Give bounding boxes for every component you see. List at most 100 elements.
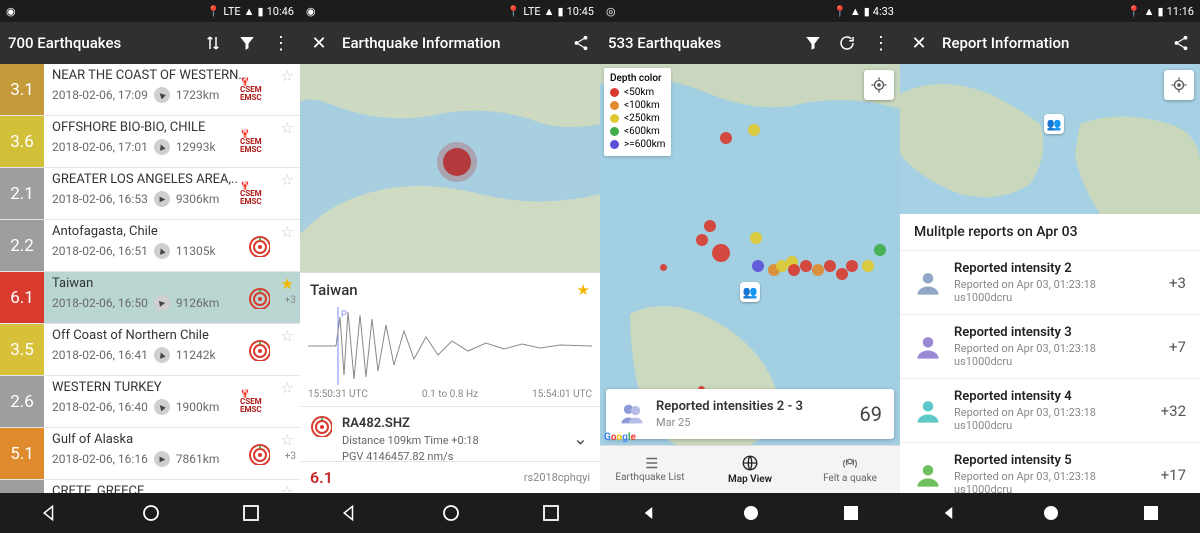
quake-dot[interactable] (874, 244, 886, 256)
nav-back[interactable] (340, 503, 360, 523)
nav-recent[interactable] (242, 504, 260, 522)
user-report-marker[interactable]: 👥 (740, 282, 760, 302)
favorite-star[interactable]: ☆ (281, 327, 294, 345)
quake-dot[interactable] (748, 124, 760, 136)
favorite-star[interactable]: ☆ (281, 483, 294, 493)
favorite-star[interactable]: ★ (281, 275, 294, 293)
seismograph[interactable]: P (300, 303, 600, 389)
share-icon[interactable] (1170, 32, 1192, 54)
overflow-icon[interactable]: ⋮ (870, 32, 892, 54)
favorite-star[interactable]: ☆ (281, 379, 294, 397)
tab-list[interactable]: Earthquake List (600, 446, 700, 493)
quake-dot[interactable] (836, 268, 848, 280)
share-icon[interactable] (570, 32, 592, 54)
tab-felt[interactable]: Felt a quake (800, 446, 900, 493)
distance-text: 9306km (176, 192, 220, 206)
earthquake-row[interactable]: 3.5Off Coast of Northern Chile2018-02-06… (0, 324, 300, 376)
report-count: +32 (1161, 402, 1186, 420)
person-icon (914, 461, 942, 489)
favorite-star[interactable]: ☆ (281, 431, 294, 449)
report-row[interactable]: Reported intensity 5Reported on Apr 03, … (900, 443, 1200, 493)
chevron-down-icon[interactable]: ⌄ (573, 429, 588, 450)
earthquake-row[interactable]: 2.2Antofagasta, Chile2018-02-06, 16:51▲1… (0, 220, 300, 272)
nav-back[interactable] (40, 503, 60, 523)
record-id: rs2018cphqyi (524, 471, 590, 484)
refresh-icon[interactable] (836, 32, 858, 54)
favorite-star[interactable]: ☆ (281, 223, 294, 241)
quake-dot[interactable] (720, 132, 732, 144)
report-title: Reported intensity 3 (954, 325, 1096, 340)
nav-recent[interactable] (1143, 505, 1159, 521)
report-row[interactable]: Reported intensity 4Reported on Apr 03, … (900, 379, 1200, 443)
direction-icon: ▲ (154, 139, 170, 155)
user-report-marker[interactable]: 👥 (1044, 114, 1064, 134)
earthquake-row[interactable]: 3.1NEAR THE COAST OF WESTERN..2018-02-06… (0, 64, 300, 116)
earthquake-row[interactable]: 2.1GREATER LOS ANGELES AREA,..2018-02-06… (0, 168, 300, 220)
world-map[interactable]: Depth color <50km<100km<250km<600km>=600… (600, 64, 900, 493)
earthquake-row[interactable]: 3.6OFFSHORE BIO-BIO, CHILE2018-02-06, 17… (0, 116, 300, 168)
nav-home[interactable] (141, 503, 161, 523)
legend-row: <100km (610, 100, 665, 111)
favorite-star[interactable]: ☆ (281, 67, 294, 85)
report-map[interactable]: 👥 (900, 64, 1200, 214)
nav-recent[interactable] (843, 505, 859, 521)
station-distance: Distance 109km Time +0:18 (342, 433, 479, 448)
quake-dot[interactable] (712, 244, 730, 262)
nav-home[interactable] (441, 503, 461, 523)
overflow-icon[interactable]: ⋮ (270, 32, 292, 54)
signal-icon: ▲ (244, 5, 255, 18)
report-id: us1000dcru (954, 291, 1096, 304)
nav-home[interactable] (1042, 504, 1060, 522)
quake-dot[interactable] (696, 234, 708, 246)
favorite-star[interactable]: ☆ (281, 171, 294, 189)
quake-dot[interactable] (660, 264, 667, 271)
report-summary-card[interactable]: Reported intensities 2 - 3 Mar 25 69 (606, 389, 894, 439)
bottom-nav: Earthquake List Map View Felt a quake (600, 445, 900, 493)
nav-back[interactable] (641, 504, 659, 522)
notif-icon: ◎ (606, 5, 616, 18)
legend-label: <600km (624, 126, 660, 137)
sort-icon[interactable] (202, 32, 224, 54)
notif-icon: ◉ (6, 5, 16, 18)
earthquake-row[interactable]: 6.1Taiwan2018-02-06, 16:50▲9126km★+3 (0, 272, 300, 324)
my-location-button[interactable] (1164, 70, 1194, 100)
close-icon[interactable]: ✕ (308, 32, 330, 54)
filter-icon[interactable] (236, 32, 258, 54)
tab-map[interactable]: Map View (700, 446, 800, 493)
distance-text: 9126km (176, 296, 220, 310)
quake-dot[interactable] (800, 260, 812, 272)
favorite-star[interactable]: ☆ (281, 119, 294, 137)
quake-dot[interactable] (824, 260, 836, 272)
report-content: 👥 Mulitple reports on Apr 03 Reported in… (900, 64, 1200, 493)
earthquake-row[interactable]: 2.8CRETE, GREECE2018-02-06, 16:05▲2141km… (0, 480, 300, 493)
extra-count-badge: +3 (285, 295, 296, 306)
phone-3-mapview: ◎ 📍 ▲ ▮ 4:33 533 Earthquakes ⋮ Depth col… (600, 0, 900, 533)
report-time: Reported on Apr 03, 01:23:18 (954, 470, 1096, 483)
battery-icon: ▮ (558, 5, 564, 18)
location-map[interactable] (300, 64, 600, 272)
statusbar: 📍 ▲ ▮ 11:16 (900, 0, 1200, 22)
time-text: 2018-02-06, 17:01 (52, 140, 148, 154)
earthquake-row[interactable]: 5.1Gulf of Alaska2018-02-06, 16:16▲7861k… (0, 428, 300, 480)
statusbar: ◉ 📍 LTE ▲ ▮ 10:46 (0, 0, 300, 22)
report-row[interactable]: Reported intensity 2Reported on Apr 03, … (900, 251, 1200, 315)
quake-dot[interactable] (704, 220, 716, 232)
earthquake-row[interactable]: 2.6WESTERN TURKEY2018-02-06, 16:40▲1900k… (0, 376, 300, 428)
nav-home[interactable] (742, 504, 760, 522)
quake-dot[interactable] (752, 260, 764, 272)
close-icon[interactable]: ✕ (908, 32, 930, 54)
report-row[interactable]: Reported intensity 3Reported on Apr 03, … (900, 315, 1200, 379)
favorite-star[interactable]: ★ (577, 281, 590, 299)
my-location-button[interactable] (864, 70, 894, 100)
earthquake-list[interactable]: 3.1NEAR THE COAST OF WESTERN..2018-02-06… (0, 64, 300, 493)
quake-dot[interactable] (862, 260, 874, 272)
quake-dot[interactable] (846, 260, 858, 272)
quake-dot[interactable] (812, 264, 824, 276)
app-title: Earthquake Information (342, 34, 558, 52)
filter-icon[interactable] (802, 32, 824, 54)
quake-dot[interactable] (788, 264, 800, 276)
quake-dot[interactable] (750, 232, 762, 244)
source-ripple-icon (248, 287, 270, 309)
nav-recent[interactable] (542, 504, 560, 522)
nav-back[interactable] (941, 504, 959, 522)
